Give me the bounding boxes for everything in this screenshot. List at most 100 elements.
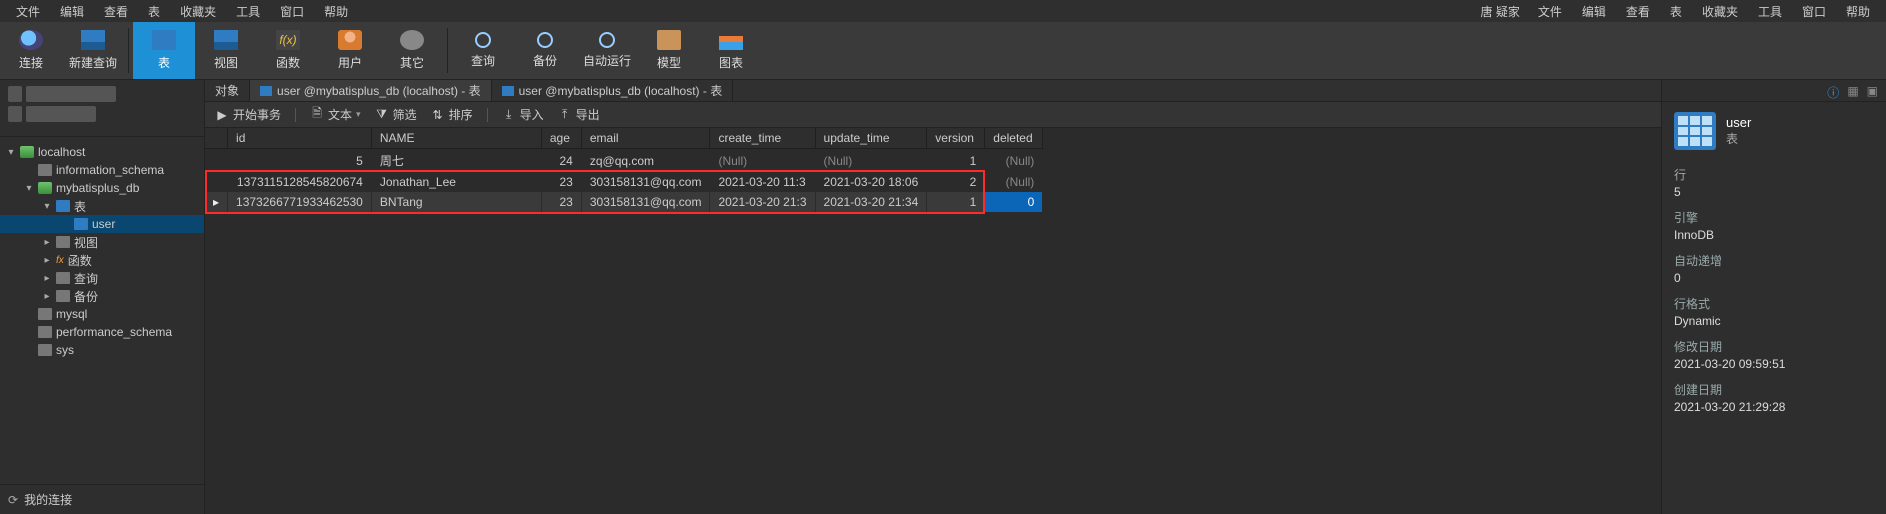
menu-窗口[interactable]: 窗口: [1792, 1, 1836, 22]
ribbon-view[interactable]: 视图: [195, 22, 257, 79]
col-create_time[interactable]: create_time: [710, 128, 815, 149]
table-user[interactable]: user: [0, 215, 204, 233]
menu-收藏夹[interactable]: 收藏夹: [170, 1, 226, 22]
cell[interactable]: 303158131@qq.com: [581, 172, 710, 192]
db-mybatisplus[interactable]: ▾mybatisplus_db: [0, 179, 204, 197]
table-row[interactable]: 1373115128545820674Jonathan_Lee233031581…: [205, 172, 1043, 192]
toolbar-import[interactable]: ⤓导入: [502, 106, 544, 123]
menu-帮助[interactable]: 帮助: [1836, 1, 1880, 22]
db-information-schema[interactable]: information_schema: [0, 161, 204, 179]
twisty-icon[interactable]: ▸: [42, 255, 52, 266]
cell[interactable]: 5: [228, 149, 372, 173]
info-icon[interactable]: ⓘ: [1827, 84, 1839, 97]
cell[interactable]: zq@qq.com: [581, 149, 710, 173]
menu-编辑[interactable]: 编辑: [50, 1, 94, 22]
cell[interactable]: 2: [927, 172, 985, 192]
cell[interactable]: (Null): [985, 172, 1043, 192]
connection-tree[interactable]: ▾localhostinformation_schema▾mybatisplus…: [0, 137, 204, 484]
backup-folder[interactable]: ▸备份: [0, 287, 204, 305]
ribbon-user[interactable]: 用户: [319, 22, 381, 79]
menu-表[interactable]: 表: [1660, 1, 1692, 22]
cell[interactable]: 周七: [371, 149, 541, 173]
db-perf[interactable]: performance_schema: [0, 323, 204, 341]
twisty-icon[interactable]: ▾: [42, 201, 52, 212]
toolbar-filter[interactable]: ⧩筛选: [375, 106, 417, 123]
tables-folder[interactable]: ▾表: [0, 197, 204, 215]
panel-icon-a[interactable]: ▦: [1847, 84, 1858, 97]
menu-工具[interactable]: 工具: [1748, 1, 1792, 22]
cell[interactable]: 1373115128545820674: [228, 172, 372, 192]
col-version[interactable]: version: [927, 128, 985, 149]
ribbon-func[interactable]: f(x)函数: [257, 22, 319, 79]
menu-收藏夹[interactable]: 收藏夹: [1692, 1, 1748, 22]
ribbon-table[interactable]: 表: [133, 22, 195, 79]
cell[interactable]: (Null): [710, 149, 815, 173]
menu-窗口[interactable]: 窗口: [270, 1, 314, 22]
conn-localhost[interactable]: ▾localhost: [0, 143, 204, 161]
tab-2[interactable]: user @mybatisplus_db (localhost) - 表: [492, 80, 734, 101]
cell[interactable]: BNTang: [371, 192, 541, 212]
cell[interactable]: (Null): [985, 149, 1043, 173]
toolbar-export[interactable]: ⤒导出: [558, 106, 600, 123]
ribbon-connect[interactable]: 连接: [0, 22, 62, 79]
cell[interactable]: Jonathan_Lee: [371, 172, 541, 192]
ribbon-newquery[interactable]: 新建查询: [62, 22, 124, 79]
ribbon-model[interactable]: 模型: [638, 22, 700, 79]
cell[interactable]: 0: [985, 192, 1043, 212]
toolbar-begintx[interactable]: ▶开始事务: [215, 106, 281, 123]
cell[interactable]: 2021-03-20 21:34: [815, 192, 927, 212]
funcs-folder[interactable]: ▸fx函数: [0, 251, 204, 269]
ribbon-query[interactable]: 查询: [452, 22, 514, 79]
twisty-icon[interactable]: ▸: [42, 291, 52, 302]
db-mysql[interactable]: mysql: [0, 305, 204, 323]
cell[interactable]: 2021-03-20 18:06: [815, 172, 927, 192]
data-grid[interactable]: idNAMEageemailcreate_timeupdate_timevers…: [205, 128, 1043, 212]
cell[interactable]: 1: [927, 192, 985, 212]
tab-1[interactable]: user @mybatisplus_db (localhost) - 表: [250, 80, 492, 101]
menu-编辑[interactable]: 编辑: [1572, 1, 1616, 22]
cell[interactable]: 23: [541, 192, 581, 212]
cell[interactable]: 23: [541, 172, 581, 192]
col-id[interactable]: id: [228, 128, 372, 149]
twisty-icon[interactable]: ▸: [42, 237, 52, 248]
db-sys[interactable]: sys: [0, 341, 204, 359]
twisty-icon[interactable]: ▾: [6, 147, 16, 158]
cell[interactable]: 2021-03-20 11:3: [710, 172, 815, 192]
my-connections[interactable]: ⟳ 我的连接: [0, 484, 204, 514]
cell[interactable]: 1373266771933462530: [228, 192, 372, 212]
cell[interactable]: 1: [927, 149, 985, 173]
cell[interactable]: 24: [541, 149, 581, 173]
tree-item-icon: [56, 200, 70, 212]
ribbon-autorun[interactable]: 自动运行: [576, 22, 638, 79]
toolbar-textmode[interactable]: 🗎文本: [310, 106, 361, 123]
col-update_time[interactable]: update_time: [815, 128, 927, 149]
menu-查看[interactable]: 查看: [94, 1, 138, 22]
twisty-icon[interactable]: ▸: [42, 273, 52, 284]
menu-文件[interactable]: 文件: [1528, 1, 1572, 22]
toolbar-sort[interactable]: ⇅排序: [431, 106, 473, 123]
col-NAME[interactable]: NAME: [371, 128, 541, 149]
menu-工具[interactable]: 工具: [226, 1, 270, 22]
table-row[interactable]: 5周七24zq@qq.com(Null)(Null)1(Null): [205, 149, 1043, 173]
ribbon-label: 模型: [657, 54, 681, 71]
menu-帮助[interactable]: 帮助: [314, 1, 358, 22]
col-age[interactable]: age: [541, 128, 581, 149]
queries-folder[interactable]: ▸查询: [0, 269, 204, 287]
menu-表[interactable]: 表: [138, 1, 170, 22]
cell[interactable]: (Null): [815, 149, 927, 173]
twisty-icon[interactable]: ▾: [24, 183, 34, 194]
col-email[interactable]: email: [581, 128, 710, 149]
cell[interactable]: 303158131@qq.com: [581, 192, 710, 212]
menu-查看[interactable]: 查看: [1616, 1, 1660, 22]
ribbon-charts[interactable]: 图表: [700, 22, 762, 79]
panel-icon-b[interactable]: ▣: [1867, 84, 1878, 97]
ribbon-other[interactable]: 其它: [381, 22, 443, 79]
col-deleted[interactable]: deleted: [985, 128, 1043, 149]
menu-文件[interactable]: 文件: [6, 1, 50, 22]
ribbon-backup[interactable]: 备份: [514, 22, 576, 79]
tab-0[interactable]: 对象: [205, 80, 250, 101]
table-row[interactable]: ▸1373266771933462530BNTang23303158131@qq…: [205, 192, 1043, 212]
cell[interactable]: 2021-03-20 21:3: [710, 192, 815, 212]
views-folder[interactable]: ▸视图: [0, 233, 204, 251]
grid-wrap[interactable]: idNAMEageemailcreate_timeupdate_timevers…: [205, 128, 1661, 514]
